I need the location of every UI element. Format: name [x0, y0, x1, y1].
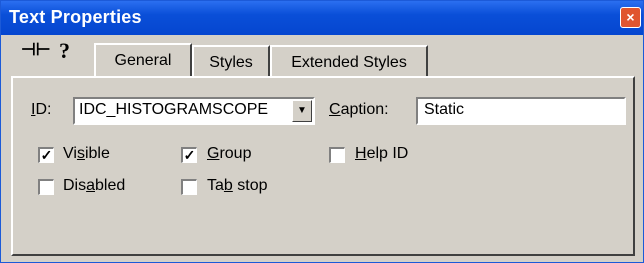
dropdown-button[interactable]: ▼ — [292, 100, 312, 122]
visible-label: Visible — [63, 145, 110, 162]
tab-stop-checkbox[interactable] — [181, 179, 197, 195]
caption-label: Caption: — [329, 101, 389, 118]
close-button[interactable]: × — [620, 7, 641, 28]
tab-extended-styles-label: Extended Styles — [291, 54, 407, 71]
visible-checkbox[interactable]: ✓ — [38, 147, 54, 163]
pushpin-icon[interactable]: ⊣⊢ — [21, 40, 51, 60]
help-id-label: Help ID — [355, 145, 409, 162]
tab-styles-label: Styles — [209, 54, 253, 71]
caption-value: Static — [424, 101, 465, 118]
group-label: Group — [207, 145, 252, 162]
disabled-checkbox[interactable] — [38, 179, 54, 195]
properties-window: Text Properties × ⊣⊢ ? General Styles Ex… — [0, 0, 644, 263]
id-value: IDC_HISTOGRAMSCOPE — [79, 101, 269, 118]
tab-stop-label: Tab stop — [207, 177, 268, 194]
close-icon: × — [626, 9, 635, 25]
id-combobox[interactable]: IDC_HISTOGRAMSCOPE ▼ — [73, 97, 315, 125]
disabled-label: Disabled — [63, 177, 126, 194]
help-id-checkbox[interactable] — [329, 147, 345, 163]
tab-styles[interactable]: Styles — [192, 45, 270, 78]
question-icon[interactable]: ? — [59, 38, 70, 64]
tab-general-label: General — [114, 52, 172, 69]
caption-field[interactable]: Static — [416, 97, 626, 125]
tab-general[interactable]: General — [94, 43, 192, 77]
window-title: Text Properties — [9, 7, 142, 27]
id-label: ID: — [31, 101, 52, 118]
chevron-down-icon: ▼ — [297, 105, 307, 116]
group-checkbox[interactable]: ✓ — [181, 147, 197, 163]
tab-extended-styles[interactable]: Extended Styles — [270, 45, 428, 78]
title-bar[interactable]: Text Properties × — [1, 1, 643, 35]
